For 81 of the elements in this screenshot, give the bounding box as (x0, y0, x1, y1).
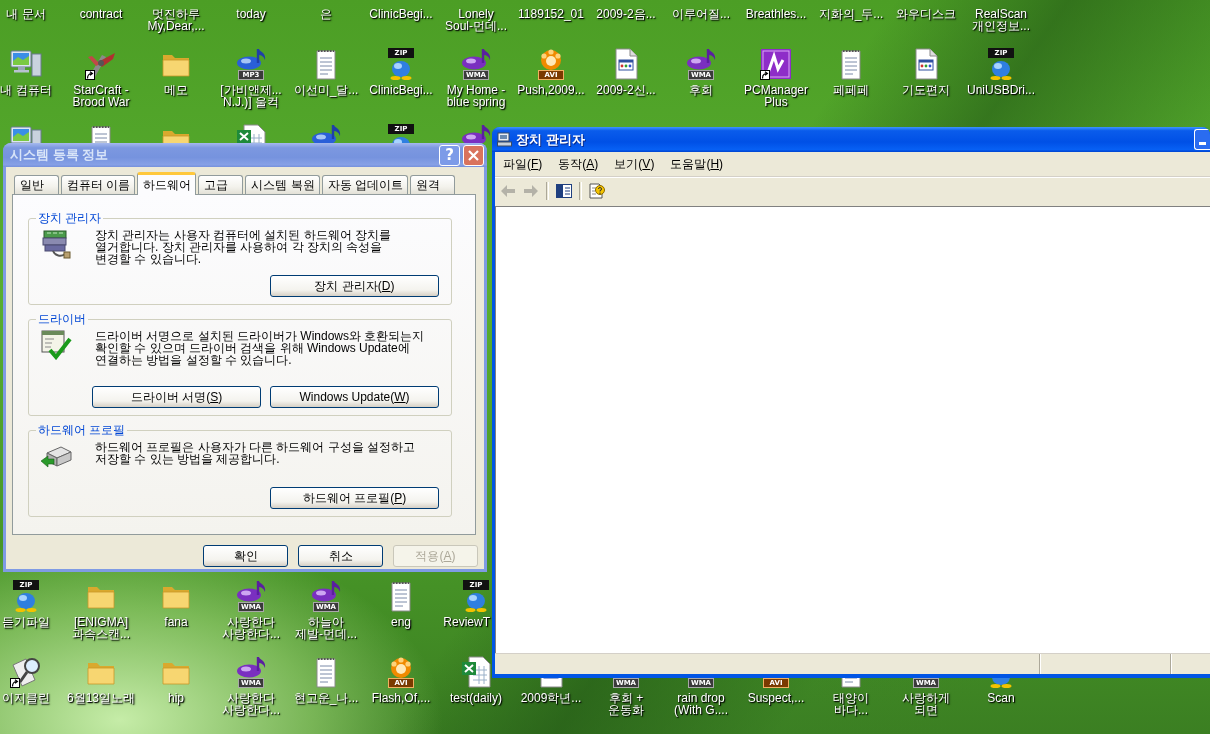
music-disc-icon[interactable] (235, 48, 267, 70)
icon-label[interactable]: Flash,Of,... (371, 692, 431, 704)
checkmark-window-icon (40, 330, 72, 360)
icon-label[interactable]: [가비앤제... N.J.)] 울컥 (220, 84, 282, 108)
icon-label[interactable]: 현고운_나... (293, 692, 359, 704)
computer-icon[interactable] (10, 48, 42, 80)
window-title: 시스템 등록 정보 (10, 146, 109, 164)
action-button[interactable]: 장치 관리자(D) (270, 275, 439, 297)
action-button[interactable]: 드라이버 서명(S) (92, 386, 261, 408)
icon-label[interactable]: [ENIGMA] 과속스캔... (72, 616, 130, 640)
group-title: 장치 관리자 (37, 212, 103, 224)
icon-label[interactable]: 사랑하게 되면 (902, 692, 950, 716)
icon-label[interactable]: fana (164, 616, 188, 628)
icon-label[interactable]: 이선미_달... (293, 84, 359, 96)
icon-label[interactable]: ReviewT (443, 616, 490, 628)
music-disc-icon[interactable] (235, 580, 267, 602)
close-icon (468, 149, 479, 161)
console-tree-icon[interactable] (556, 183, 572, 199)
icon-label[interactable]: 은 (320, 8, 332, 20)
icon-label[interactable]: 후회 (689, 84, 713, 96)
icon-label[interactable]: 2009학년... (520, 692, 582, 704)
group-title: 드라이버 (37, 313, 87, 325)
help-icon[interactable] (589, 183, 605, 199)
menu-item[interactable]: 동작(A) (550, 155, 607, 173)
icon-label[interactable]: Breathles... (745, 8, 807, 20)
icon-label[interactable]: 태양이 바다... (833, 692, 869, 716)
icon-label[interactable]: Scan (987, 692, 1015, 704)
group-description: 하드웨어 프로필은 사용자가 다른 하드웨어 구성을 설정하고 저장할 수 있는 방법을 제공합니다. (95, 441, 415, 468)
icon-label[interactable]: eng (391, 616, 411, 628)
icon-label[interactable]: rain drop (With G.... (674, 692, 728, 716)
music-disc-icon[interactable] (460, 48, 492, 70)
icon-label[interactable]: 1189152_01 (518, 8, 584, 20)
music-disc-icon[interactable] (685, 48, 717, 70)
magnifier-icon[interactable] (10, 656, 42, 688)
group-title: 하드웨어 프로필 (37, 424, 127, 436)
icon-label[interactable]: 기도편지 (902, 84, 950, 96)
icon-label[interactable]: contract (79, 8, 123, 20)
icon-label[interactable]: 사랑한다 사랑한다... (222, 616, 280, 640)
computer-icon (497, 132, 513, 147)
icon-label[interactable]: RealScan 개인정보... (972, 8, 1030, 32)
minimize-button[interactable] (1194, 129, 1210, 150)
icon-label[interactable]: test(daily) (450, 692, 502, 704)
icon-label[interactable]: 이지클린 (2, 692, 50, 704)
icon-label[interactable]: Lonely Soul-먼데... (445, 8, 507, 32)
music-disc-icon[interactable] (310, 580, 342, 602)
icon-label[interactable]: UniUSBDri... (967, 84, 1035, 96)
icon-label[interactable]: 이루어질... (672, 8, 730, 20)
icon-label[interactable]: StarCraft - Brood War (72, 84, 130, 108)
window-title: 장치 관리자 (516, 130, 585, 149)
icon-label[interactable]: 사랑한다 사랑한다... (222, 692, 280, 716)
action-button[interactable]: 하드웨어 프로필(P) (270, 487, 439, 509)
icon-label[interactable]: 메모 (164, 84, 188, 96)
icon-label[interactable]: 내 컴퓨터 (0, 84, 52, 96)
group-description: 장치 관리자는 사용자 컴퓨터에 설치된 하드웨어 장치를 열거합니다. 장치 관리자를 사용하여 각 장치의 속성을 변경할 수 있습니다. (95, 229, 391, 268)
menu-item[interactable]: 보기(V) (606, 155, 663, 173)
icon-label[interactable]: 후회 + 운동화 (608, 692, 644, 716)
menu-item[interactable]: 도움말(H) (662, 155, 732, 173)
action-button[interactable]: Windows Update(W) (270, 386, 439, 408)
icon-label[interactable]: 듣기파일 (2, 616, 50, 628)
hardware-stack-icon (40, 229, 72, 259)
icon-label[interactable]: 하늘아 제발-먼데... (295, 616, 357, 640)
icon-label[interactable]: My Home - blue spring (446, 84, 506, 108)
icon-label[interactable]: 멋진하루 My,Dear,... (147, 8, 205, 32)
icon-label[interactable]: 페페페 (833, 84, 869, 96)
icon-label[interactable]: 2009-2음... (596, 8, 656, 20)
icon-label[interactable]: ClinicBegi... (369, 8, 433, 20)
icon-label[interactable]: today (236, 8, 266, 20)
icon-label[interactable]: PCManager Plus (744, 84, 808, 108)
icon-label[interactable]: ClinicBegi... (369, 84, 433, 96)
icon-label[interactable]: 지화의_두... (818, 8, 884, 20)
music-disc-icon[interactable] (235, 656, 267, 678)
group-description: 드라이버 서명으로 설치된 드라이버가 Windows와 호환되는지 확인할 수 있으며 드라이버 검색을 위해 Windows Update에 연결하는 방법을 설정할 수 있습니다. (95, 330, 425, 369)
minimize-icon (1199, 142, 1206, 145)
app-tile-icon[interactable] (760, 48, 792, 80)
icon-label[interactable]: Push,2009... (517, 84, 585, 96)
icon-label[interactable]: 2009-2신... (596, 84, 656, 96)
menu-item[interactable]: 파일(F) (495, 155, 551, 173)
spreadsheet-icon[interactable] (460, 656, 492, 688)
icon-label[interactable]: 내 문서 (6, 8, 46, 20)
icon-label[interactable]: Suspect,... (747, 692, 805, 704)
icon-label[interactable]: 와우디스크 (896, 8, 956, 20)
